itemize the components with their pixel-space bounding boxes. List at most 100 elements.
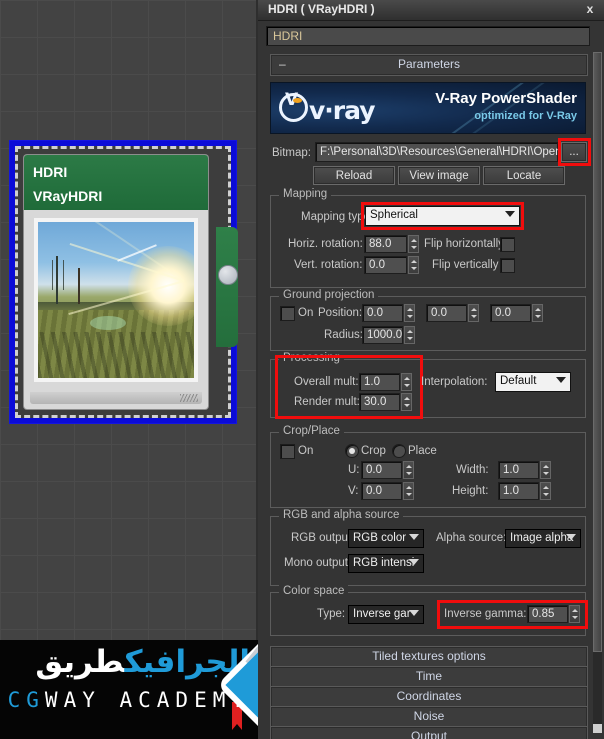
scrollbar-bottom-cap[interactable] (593, 724, 602, 733)
node-output-tab[interactable] (216, 227, 238, 347)
ground-position-y-input[interactable]: 0.0 (426, 304, 467, 322)
ground-radius-input[interactable]: 1000.0 (362, 326, 403, 344)
locate-button[interactable]: Locate (483, 166, 565, 185)
node-thumbnail[interactable] (34, 218, 198, 382)
crop-on-checkbox[interactable] (280, 444, 295, 459)
rollout-coordinates[interactable]: Coordinates (270, 686, 588, 708)
color-space-type-select[interactable]: Inverse gar (348, 605, 424, 624)
v-input[interactable]: 0.0 (361, 482, 402, 500)
u-spinner[interactable] (403, 461, 414, 479)
rollout-noise[interactable]: Noise (270, 706, 588, 728)
preview-tree (78, 268, 80, 304)
render-mult-input[interactable]: 30.0 (359, 393, 400, 411)
height-spinner[interactable] (540, 482, 551, 500)
mapping-group-label: Mapping (279, 188, 332, 200)
ground-position-x-input[interactable]: 0.0 (362, 304, 403, 322)
node-title-line2: VRayHDRI (33, 188, 103, 204)
interpolation-select[interactable]: Default (495, 372, 571, 392)
rollout-time[interactable]: Time (270, 666, 588, 688)
rollout-label: Output (410, 729, 448, 739)
overall-mult-input[interactable]: 1.0 (359, 373, 400, 391)
ground-radius-label: Radius: (324, 329, 363, 341)
width-input[interactable]: 1.0 (498, 461, 539, 479)
place-radio[interactable] (392, 444, 406, 458)
render-mult-label: Render mult: (294, 396, 360, 408)
ground-position-z-spinner[interactable] (532, 304, 543, 322)
node-footer (30, 392, 202, 404)
horiz-rotation-label: Horiz. rotation: (288, 238, 363, 250)
preview-antenna-mast (52, 256, 64, 304)
vert-rotation-spinner[interactable] (408, 256, 419, 274)
rgb-alpha-group: RGB and alpha source (270, 509, 586, 586)
mono-output-select[interactable]: RGB intensi (348, 554, 424, 573)
rgb-output-select[interactable]: RGB color (348, 529, 424, 548)
ground-radius-spinner[interactable] (404, 326, 415, 344)
watermark-english-cg: CG (7, 688, 45, 712)
vert-rotation-label: Vert. rotation: (294, 259, 363, 271)
color-space-type-value: Inverse gar (353, 608, 411, 620)
v-spinner[interactable] (403, 482, 414, 500)
rollout-tiled-textures-options[interactable]: Tiled textures options (270, 646, 588, 668)
banner-subtitle: optimized for V-Ray (474, 110, 577, 122)
flip-vertically-label: Flip vertically (432, 259, 499, 271)
ground-position-y-spinner[interactable] (468, 304, 479, 322)
view-image-button[interactable]: View image (398, 166, 480, 185)
close-icon[interactable]: x (582, 2, 598, 17)
vert-rotation-input[interactable]: 0.0 (364, 256, 407, 274)
rgb-alpha-group-label: RGB and alpha source (279, 509, 404, 521)
crop-radio[interactable] (345, 444, 359, 458)
node-output-socket[interactable] (218, 265, 238, 285)
inverse-gamma-spinner[interactable] (569, 605, 580, 623)
preview-field-furrows (38, 332, 194, 378)
rollout-label: Tiled textures options (372, 649, 486, 663)
alpha-source-select[interactable]: Image alpha (505, 529, 581, 548)
u-label: U: (348, 464, 360, 476)
bitmap-path-field[interactable]: F:\Personal\3D\Resources\General\HDRI\Op… (315, 142, 575, 162)
material-name-input[interactable]: HDRI (266, 26, 590, 46)
app-root: HDRI VRayHDRI الجرافيكطريق CGWAY ACADEMY… (0, 0, 604, 739)
processing-group-label: Processing (279, 352, 344, 364)
place-radio-label: Place (408, 445, 437, 457)
ground-projection-on-checkbox[interactable] (280, 306, 295, 321)
parameters-rollout-header[interactable]: – Parameters (270, 54, 588, 76)
chevron-down-icon (409, 610, 419, 616)
ground-position-z-input[interactable]: 0.0 (490, 304, 531, 322)
panel-scrollbar[interactable] (593, 52, 602, 733)
hdri-preview-image (38, 222, 194, 378)
scrollbar-thumb[interactable] (593, 52, 602, 652)
render-mult-spinner[interactable] (401, 393, 412, 411)
mapping-type-select[interactable]: Spherical (365, 206, 520, 226)
overall-mult-label: Overall mult: (294, 376, 359, 388)
watermark-english: CGWAY ACADEMY (8, 688, 250, 712)
chevron-down-icon (409, 559, 419, 565)
watermark-arabic: الجرافيكطريق (35, 644, 250, 680)
crop-place-group-label: Crop/Place (279, 425, 344, 437)
watermark-english-rest: WAY ACADEMY (44, 688, 250, 712)
height-input[interactable]: 1.0 (498, 482, 539, 500)
mapping-type-label: Mapping type: (301, 211, 374, 223)
rollout-label: Coordinates (396, 689, 462, 703)
color-space-type-label: Type: (317, 608, 346, 620)
material-node-vrayhdri[interactable]: HDRI VRayHDRI (9, 140, 238, 424)
u-input[interactable]: 0.0 (361, 461, 402, 479)
bitmap-label: Bitmap: (272, 147, 311, 159)
rollout-output[interactable]: Output (270, 726, 588, 739)
material-editor-viewport[interactable]: HDRI VRayHDRI الجرافيكطريق CGWAY ACADEMY (0, 0, 258, 739)
chevron-down-icon (409, 534, 419, 540)
node-card[interactable]: HDRI VRayHDRI (24, 155, 238, 409)
ground-position-label: Position: (318, 307, 363, 319)
reload-button[interactable]: Reload (313, 166, 395, 185)
horiz-rotation-spinner[interactable] (408, 235, 419, 253)
mono-output-label: Mono output: (284, 557, 352, 569)
inverse-gamma-input[interactable]: 0.85 (527, 605, 568, 623)
overall-mult-spinner[interactable] (401, 373, 412, 391)
bitmap-browse-button[interactable]: ... (561, 142, 587, 162)
ground-position-x-spinner[interactable] (404, 304, 415, 322)
flip-horizontally-checkbox[interactable] (500, 237, 515, 252)
flip-vertically-checkbox[interactable] (500, 258, 515, 273)
window-titlebar[interactable]: HDRI ( VRayHDRI ) x (258, 0, 604, 21)
horiz-rotation-input[interactable]: 88.0 (364, 235, 407, 253)
vray-banner: v·ray V-Ray PowerShader optimized for V-… (270, 82, 586, 134)
width-spinner[interactable] (540, 461, 551, 479)
node-title: HDRI VRayHDRI (24, 155, 208, 210)
